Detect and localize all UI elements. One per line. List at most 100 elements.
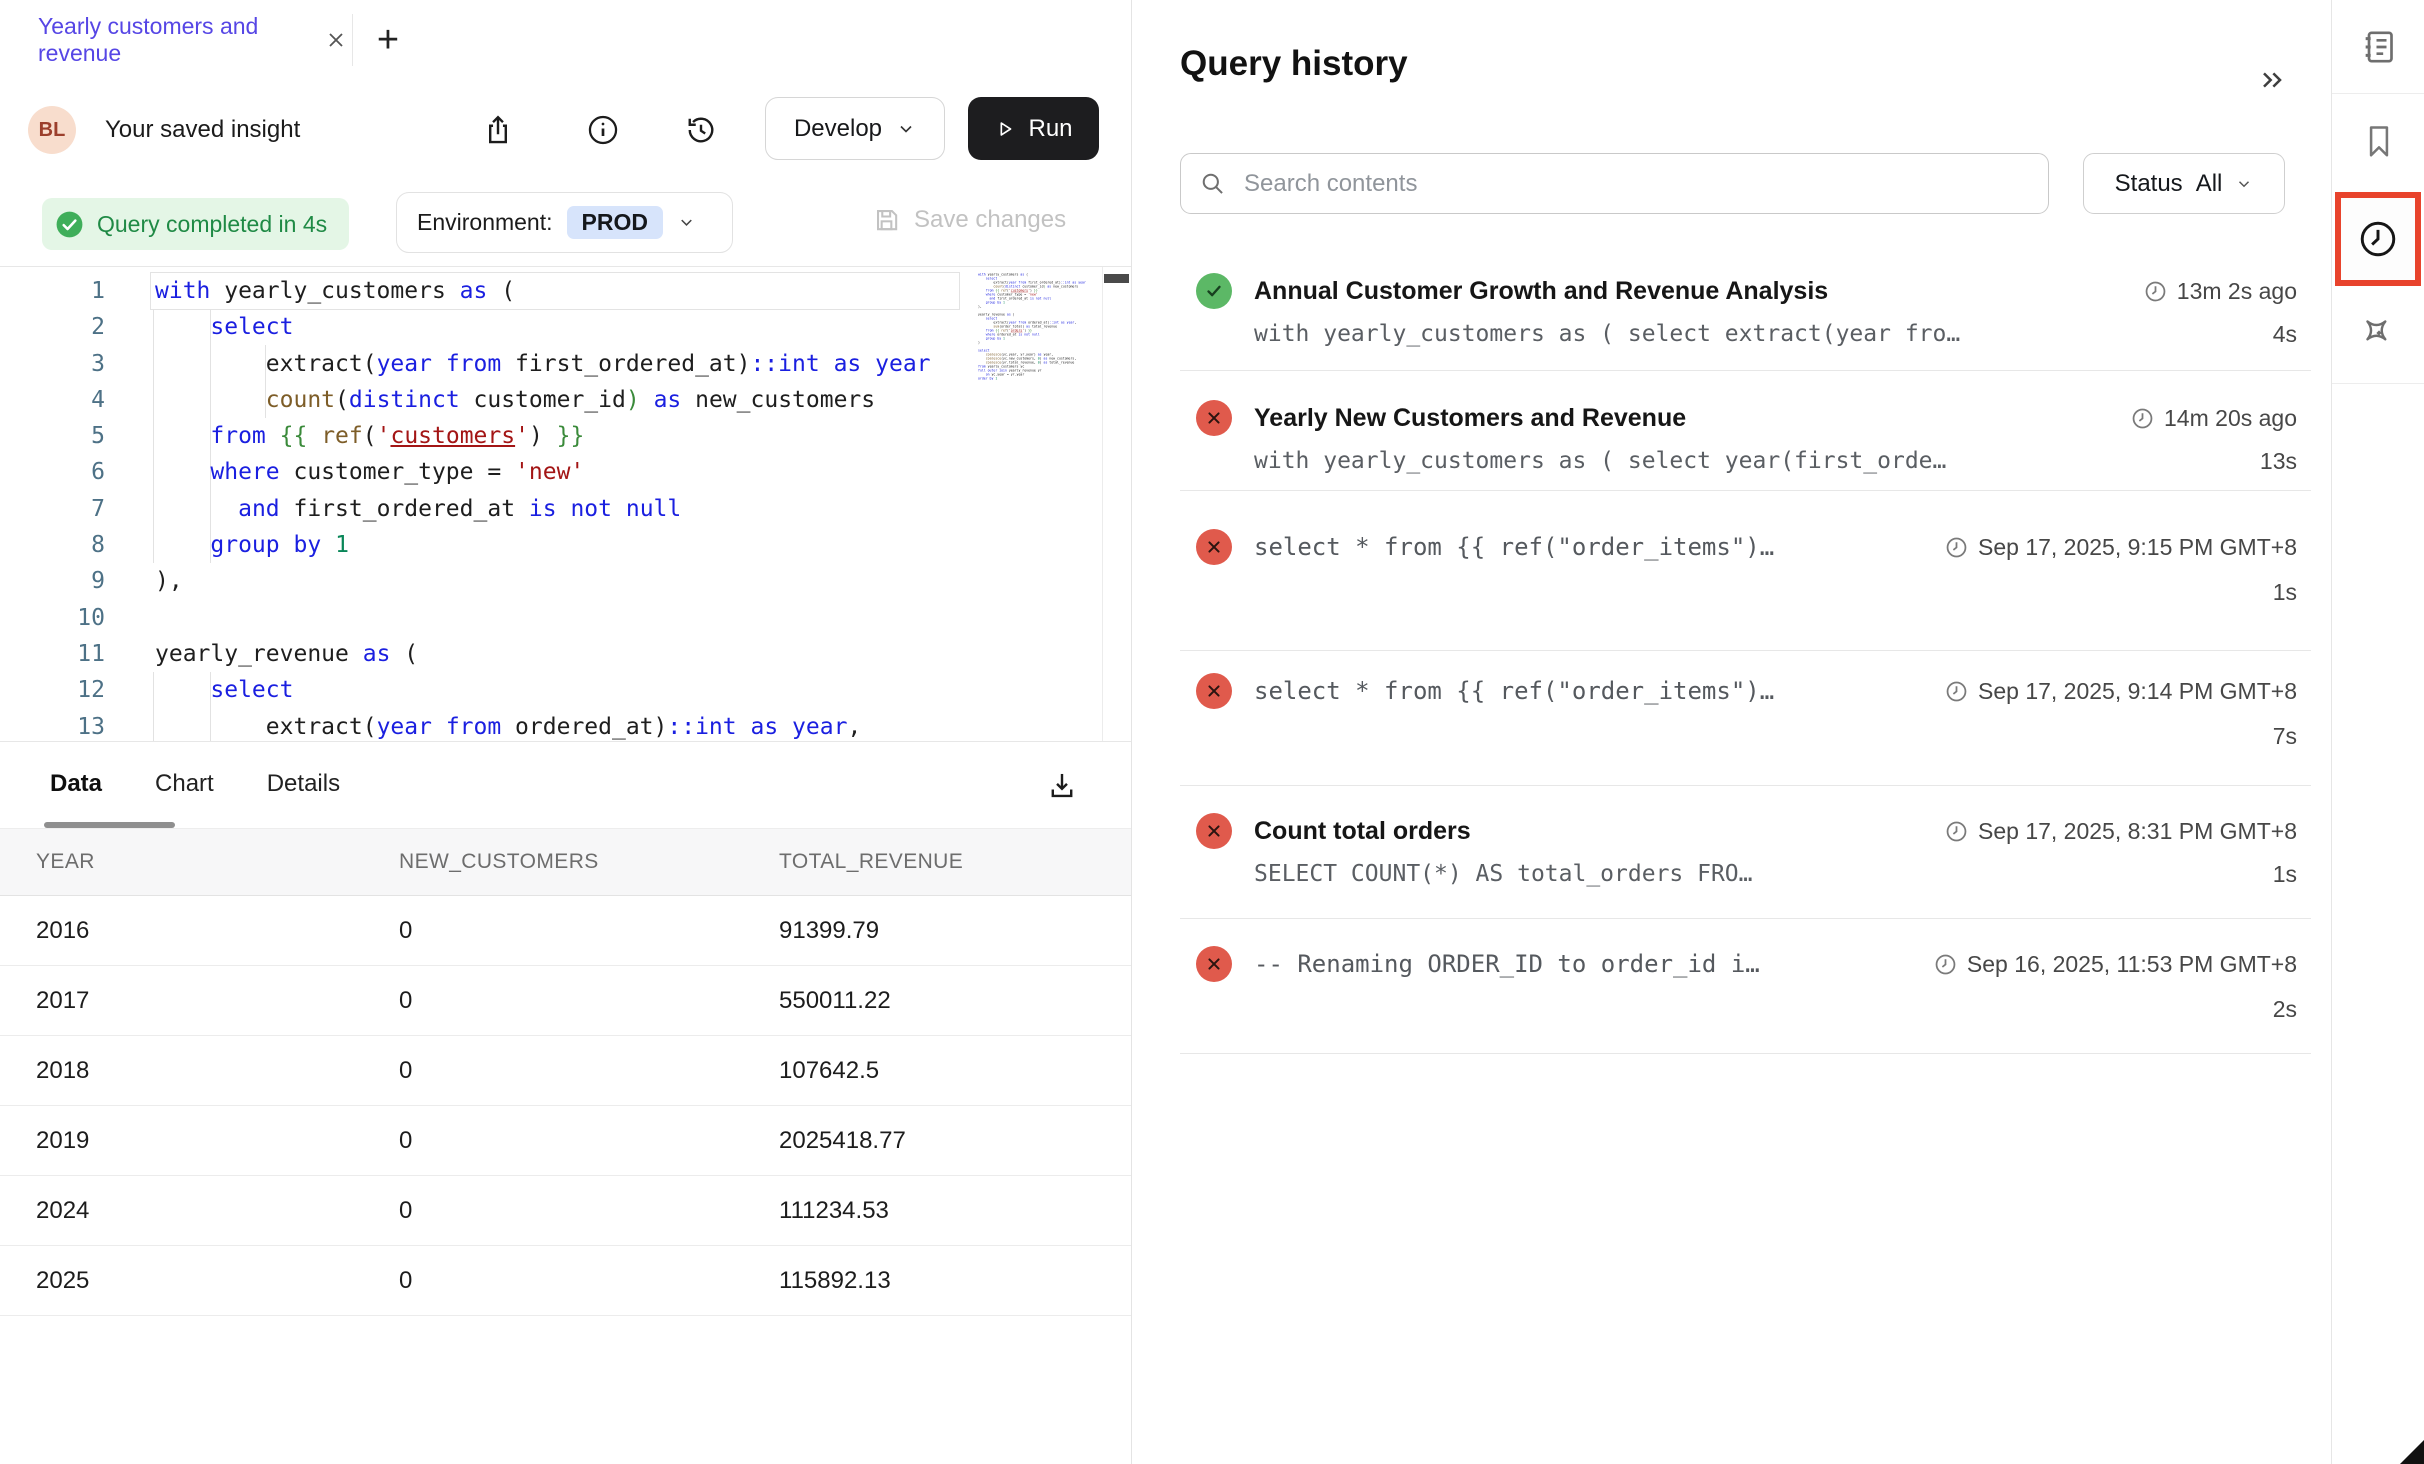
history-item[interactable]: Count total ordersSep 17, 2025, 8:31 PM …	[1196, 812, 2297, 918]
results-table: YEARNEW_CUSTOMERSTOTAL_REVENUE 201609139…	[0, 828, 1131, 1316]
info-button[interactable]	[581, 108, 625, 152]
clock-icon	[1944, 679, 1969, 704]
clock-icon	[1933, 952, 1958, 977]
history-item-timestamp: Sep 17, 2025, 9:14 PM GMT+8	[1944, 678, 2297, 705]
new-tab-button[interactable]: +	[362, 14, 414, 66]
code-line[interactable]: where customer_type = 'new'	[155, 454, 955, 490]
table-row[interactable]: 20240111234.53	[0, 1176, 1131, 1246]
sql-editor[interactable]: 12345678910111213 with yearly_customers …	[0, 266, 1131, 742]
table-cell: 2024	[36, 1197, 399, 1225]
table-cell: 2016	[36, 917, 399, 945]
results-tabs-row: Data Chart Details	[50, 742, 340, 826]
saved-insight-label: Your saved insight	[105, 80, 300, 180]
history-item-title: select * from {{ ref("order_items")…	[1254, 677, 1944, 705]
history-item[interactable]: select * from {{ ref("order_items")…Sep …	[1196, 672, 2297, 785]
avatar: BL	[28, 106, 76, 154]
develop-label: Develop	[794, 115, 882, 143]
run-button[interactable]: Run	[968, 97, 1099, 160]
code-area[interactable]: with yearly_customers as ( select extrac…	[155, 273, 955, 742]
app-window: Yearly customers and revenue + BL Your s…	[0, 0, 2424, 1464]
history-item-duration: 4s	[2273, 321, 2297, 348]
share-button[interactable]	[476, 108, 520, 152]
notebook-button[interactable]	[2358, 26, 2400, 68]
table-cell: 2017	[36, 987, 399, 1015]
query-history-panel: Query history Status All Annual Customer…	[1132, 0, 2330, 1464]
bookmark-button[interactable]	[2358, 120, 2400, 162]
code-line[interactable]: ),	[155, 563, 955, 599]
line-number: 13	[0, 709, 105, 742]
environment-selector[interactable]: Environment: PROD	[396, 192, 733, 253]
save-changes-label: Save changes	[914, 206, 1066, 234]
table-row[interactable]: 20180107642.5	[0, 1036, 1131, 1106]
history-separator	[1180, 918, 2311, 919]
history-item[interactable]: select * from {{ ref("order_items")…Sep …	[1196, 528, 2297, 650]
history-item[interactable]: Annual Customer Growth and Revenue Analy…	[1196, 272, 2297, 370]
history-item-duration: 13s	[2260, 448, 2297, 475]
results-tab-details[interactable]: Details	[267, 770, 340, 798]
table-cell: 550011.22	[779, 987, 1131, 1015]
line-number-gutter: 12345678910111213	[0, 273, 105, 742]
environment-label: Environment:	[417, 209, 553, 236]
line-number: 9	[0, 563, 105, 599]
clock-icon	[1944, 819, 1969, 844]
code-line[interactable]: with yearly_customers as (	[155, 273, 955, 309]
code-line[interactable]: extract(year from ordered_at)::int as ye…	[155, 709, 955, 742]
scrollbar-thumb[interactable]	[1104, 274, 1129, 283]
code-line[interactable]: and first_ordered_at is not null	[155, 491, 955, 527]
table-row[interactable]: 20250115892.13	[0, 1246, 1131, 1316]
error-status-icon	[1196, 529, 1232, 565]
history-item[interactable]: -- Renaming ORDER_ID to order_id i…Sep 1…	[1196, 945, 2297, 1053]
code-line[interactable]: select	[155, 672, 955, 708]
code-line[interactable]: yearly_revenue as (	[155, 636, 955, 672]
code-line[interactable]: extract(year from first_ordered_at)::int…	[155, 346, 955, 382]
tab-divider	[352, 14, 353, 66]
table-cell: 0	[399, 917, 779, 945]
save-icon	[872, 205, 901, 234]
history-item-timestamp: 14m 20s ago	[2130, 405, 2297, 432]
code-line[interactable]: select	[155, 309, 955, 345]
editor-minimap[interactable]: with yearly_customers as ( select extrac…	[978, 273, 1102, 433]
editor-scrollbar[interactable]	[1102, 267, 1131, 741]
line-number: 8	[0, 527, 105, 563]
code-line[interactable]: group by 1	[155, 527, 955, 563]
code-line[interactable]: count(distinct customer_id) as new_custo…	[155, 382, 955, 418]
table-cell: 2025418.77	[779, 1127, 1131, 1155]
history-item-duration: 1s	[2273, 579, 2297, 606]
history-item-title: Count total orders	[1254, 817, 1944, 846]
code-line[interactable]: from {{ ref('customers') }}	[155, 418, 955, 454]
develop-dropdown[interactable]: Develop	[765, 97, 945, 160]
table-row[interactable]: 2016091399.79	[0, 896, 1131, 966]
line-number: 7	[0, 491, 105, 527]
version-history-button[interactable]	[679, 108, 723, 152]
results-tab-data[interactable]: Data	[50, 770, 102, 798]
clock-icon	[2356, 217, 2400, 261]
results-tab-chart[interactable]: Chart	[155, 770, 214, 798]
download-icon	[1045, 769, 1079, 803]
compass-button[interactable]	[2358, 312, 2400, 354]
query-history-rail-button-active[interactable]	[2335, 192, 2421, 286]
table-body: 2016091399.7920170550011.2220180107642.5…	[0, 896, 1131, 1316]
rail-separator	[2332, 383, 2424, 384]
table-row[interactable]: 20170550011.22	[0, 966, 1131, 1036]
history-item-duration: 7s	[2273, 723, 2297, 750]
download-results-button[interactable]	[1040, 764, 1084, 808]
save-changes-button[interactable]: Save changes	[866, 204, 1072, 235]
history-item-timestamp: 13m 2s ago	[2143, 278, 2297, 305]
clock-icon	[2143, 279, 2168, 304]
error-status-icon	[1196, 946, 1232, 982]
line-number: 2	[0, 309, 105, 345]
table-row[interactable]: 201902025418.77	[0, 1106, 1131, 1176]
rail-separator	[2332, 93, 2424, 94]
table-cell: 0	[399, 1127, 779, 1155]
close-tab-icon[interactable]	[320, 24, 352, 56]
success-status-icon	[1196, 273, 1232, 309]
history-item-duration: 1s	[2273, 861, 2297, 888]
status-row: Query completed in 4s Environment: PROD …	[0, 180, 1131, 266]
indent-guide	[153, 309, 154, 563]
history-item[interactable]: Yearly New Customers and Revenue14m 20s …	[1196, 399, 2297, 490]
error-status-icon	[1196, 813, 1232, 849]
code-line[interactable]	[155, 600, 955, 636]
line-number: 3	[0, 346, 105, 382]
tab-yearly-customers[interactable]: Yearly customers and revenue	[0, 0, 352, 80]
column-header: NEW_CUSTOMERS	[399, 850, 779, 874]
